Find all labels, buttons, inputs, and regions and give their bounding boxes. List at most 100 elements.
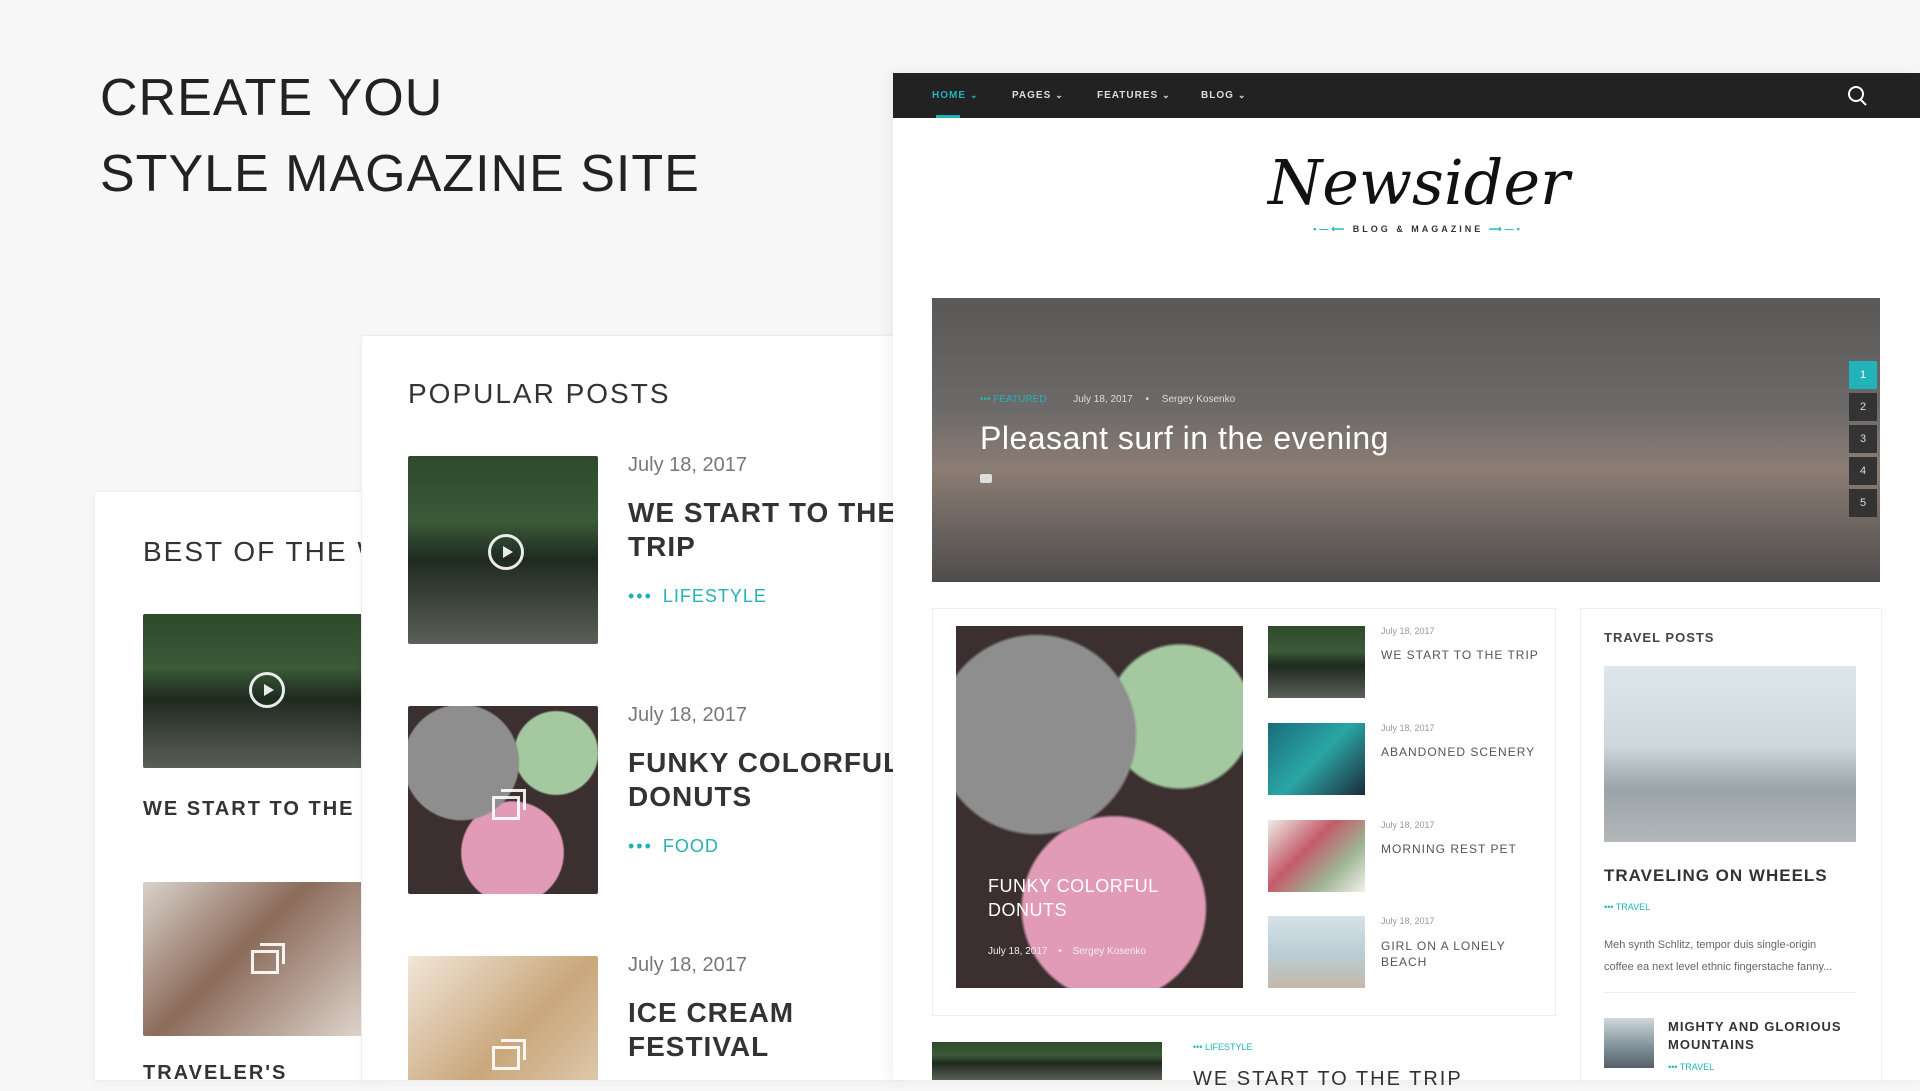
popular-post-category-1-label: LIFESTYLE <box>662 586 767 606</box>
nav-item-pages-label: PAGES <box>1012 90 1052 101</box>
category-dots-icon: ••• <box>1668 1062 1680 1072</box>
list-thumb-3[interactable] <box>1268 820 1365 892</box>
popular-post-category-1[interactable]: ••• LIFESTYLE <box>628 586 767 607</box>
popular-post-category-2-label: FOOD <box>662 836 719 856</box>
slider-page-3[interactable]: 3 <box>1849 425 1877 453</box>
meta-separator: • <box>1058 946 1062 957</box>
popular-post-thumb-1[interactable] <box>408 456 598 644</box>
popular-post-date-2: July 18, 2017 <box>628 704 747 726</box>
travel-excerpt-line-2: coffee ea next level ethnic fingerstache… <box>1604 961 1833 973</box>
featured-post-image[interactable] <box>956 626 1243 988</box>
headline-line-2: STYLE MAGAZINE SITE <box>100 145 700 203</box>
travel-second-title[interactable]: MIGHTY AND GLORIOUS MOUNTAINS <box>1668 1018 1842 1054</box>
popular-post-title-1-line-1: WE START TO THE <box>628 497 898 528</box>
headline-line-1: CREATE YOU <box>100 69 444 127</box>
list-thumb-2[interactable] <box>1268 723 1365 795</box>
bottom-post-category-label: LIFESTYLE <box>1204 1042 1253 1052</box>
meta-separator: • <box>1145 394 1150 405</box>
best-of-item-title-1[interactable]: WE START TO THE TR <box>143 798 385 821</box>
hero-date: July 18, 2017 <box>1073 394 1133 405</box>
featured-post-title[interactable]: FUNKY COLORFUL DONUTS <box>988 874 1159 922</box>
hero-author[interactable]: Sergey Kosenko <box>1162 394 1235 405</box>
popular-post-thumb-2[interactable] <box>408 706 598 894</box>
play-icon <box>488 534 524 570</box>
tagline-left-ornament: •—⟵ <box>1313 224 1353 234</box>
list-date-3: July 18, 2017 <box>1381 820 1435 830</box>
list-thumb-1[interactable] <box>1268 626 1365 698</box>
best-of-thumb-1[interactable] <box>143 614 385 768</box>
nav-item-features[interactable]: FEATURES ⌄ <box>1097 73 1171 118</box>
nav-item-features-label: FEATURES <box>1097 90 1159 101</box>
list-thumb-4[interactable] <box>1268 916 1365 988</box>
featured-post-date: July 18, 2017 <box>988 946 1048 957</box>
bottom-post-category[interactable]: ••• LIFESTYLE <box>1193 1042 1252 1052</box>
popular-post-title-2-line-1: FUNKY COLORFUL <box>628 747 902 778</box>
list-date-2: July 18, 2017 <box>1381 723 1435 733</box>
slider-page-2[interactable]: 2 <box>1849 393 1877 421</box>
hero-category[interactable]: ••• FEATURED <box>980 394 1046 405</box>
popular-post-thumb-3[interactable] <box>408 956 598 1080</box>
list-date-1: July 18, 2017 <box>1381 626 1435 636</box>
hero-title[interactable]: Pleasant surf in the evening <box>980 420 1389 457</box>
best-of-title: BEST OF THE WI <box>143 536 385 567</box>
travel-second-title-line-2: MOUNTAINS <box>1668 1037 1755 1052</box>
nav-item-blog[interactable]: BLOG ⌄ <box>1201 73 1246 118</box>
chevron-down-icon: ⌄ <box>1237 90 1247 100</box>
travel-main-category-label: TRAVEL <box>1615 902 1651 912</box>
list-title-3[interactable]: MORNING REST PET <box>1381 842 1517 856</box>
travel-second-category[interactable]: ••• TRAVEL <box>1668 1062 1714 1072</box>
popular-post-title-3[interactable]: ICE CREAM FESTIVAL <box>628 996 794 1064</box>
gallery-icon <box>492 1039 526 1070</box>
travel-main-excerpt: Meh synth Schlitz, tempor duis single-or… <box>1604 934 1860 978</box>
gallery-icon <box>492 789 526 820</box>
popular-post-category-2[interactable]: ••• FOOD <box>628 836 719 857</box>
featured-post-title-line-1: FUNKY COLORFUL <box>988 876 1159 896</box>
travel-posts-title: TRAVEL POSTS <box>1604 630 1715 645</box>
popular-post-title-2-line-2: DONUTS <box>628 781 753 812</box>
promo-headline: CREATE YOU STYLE MAGAZINE SITE <box>100 60 700 212</box>
popular-posts-title: POPULAR POSTS <box>408 378 671 409</box>
hero-category-label: FEATURED <box>993 394 1047 405</box>
comment-icon <box>980 474 992 483</box>
travel-second-category-label: TRAVEL <box>1679 1062 1715 1072</box>
tagline-right-ornament: ⟶—• <box>1483 224 1523 234</box>
slider-page-1[interactable]: 1 <box>1849 361 1877 389</box>
featured-post-title-line-2: DONUTS <box>988 900 1067 920</box>
popular-posts-card: POPULAR POSTS July 18, 2017 WE START TO … <box>362 336 902 1080</box>
travel-main-image[interactable] <box>1604 666 1856 842</box>
list-title-4[interactable]: GIRL ON A LONELY BEACH <box>1381 938 1506 970</box>
travel-main-title[interactable]: TRAVELING ON WHEELS <box>1604 866 1828 886</box>
site-logo[interactable]: Newsider •—⟵ BLOG & MAGAZINE ⟶—• <box>1268 148 1570 235</box>
search-icon[interactable] <box>1848 86 1864 102</box>
slider-page-4[interactable]: 4 <box>1849 457 1877 485</box>
featured-post-author[interactable]: Sergey Kosenko <box>1073 946 1146 957</box>
popular-post-title-2[interactable]: FUNKY COLORFUL DONUTS <box>628 746 901 814</box>
bottom-post-thumb[interactable] <box>932 1042 1162 1080</box>
list-title-4-line-2: BEACH <box>1381 955 1428 969</box>
travel-divider <box>1604 992 1856 993</box>
chevron-down-icon: ⌄ <box>1162 90 1171 100</box>
best-of-thumb-2[interactable] <box>143 882 385 1036</box>
popular-post-date-1: July 18, 2017 <box>628 454 747 476</box>
nav-item-blog-label: BLOG <box>1201 90 1234 101</box>
list-title-2[interactable]: ABANDONED SCENERY <box>1381 745 1535 759</box>
best-of-card: BEST OF THE WI WE START TO THE TR TRAVEL… <box>95 492 385 1080</box>
popular-post-title-3-line-2: FESTIVAL <box>628 1031 770 1062</box>
travel-main-category[interactable]: ••• TRAVEL <box>1604 902 1650 912</box>
featured-post-meta: July 18, 2017 • Sergey Kosenko <box>988 946 1146 957</box>
slider-page-5[interactable]: 5 <box>1849 489 1877 517</box>
nav-item-pages[interactable]: PAGES ⌄ <box>1012 73 1064 118</box>
category-dots-icon: ••• <box>628 836 653 856</box>
popular-post-date-3: July 18, 2017 <box>628 954 747 976</box>
nav-item-home[interactable]: HOME ⌄ <box>932 73 979 118</box>
popular-post-title-3-line-1: ICE CREAM <box>628 997 795 1028</box>
play-icon <box>249 672 285 708</box>
gallery-icon <box>251 943 285 974</box>
best-of-item-title-2[interactable]: TRAVELER'S <box>143 1062 287 1080</box>
list-title-1[interactable]: WE START TO THE TRIP <box>1381 648 1539 662</box>
popular-post-title-1[interactable]: WE START TO THE TRIP <box>628 496 897 564</box>
hero-meta: ••• FEATURED July 18, 2017 • Sergey Kose… <box>980 394 1235 405</box>
chevron-down-icon: ⌄ <box>970 90 979 100</box>
travel-second-thumb[interactable] <box>1604 1018 1654 1068</box>
category-dots-icon: ••• <box>1604 902 1616 912</box>
